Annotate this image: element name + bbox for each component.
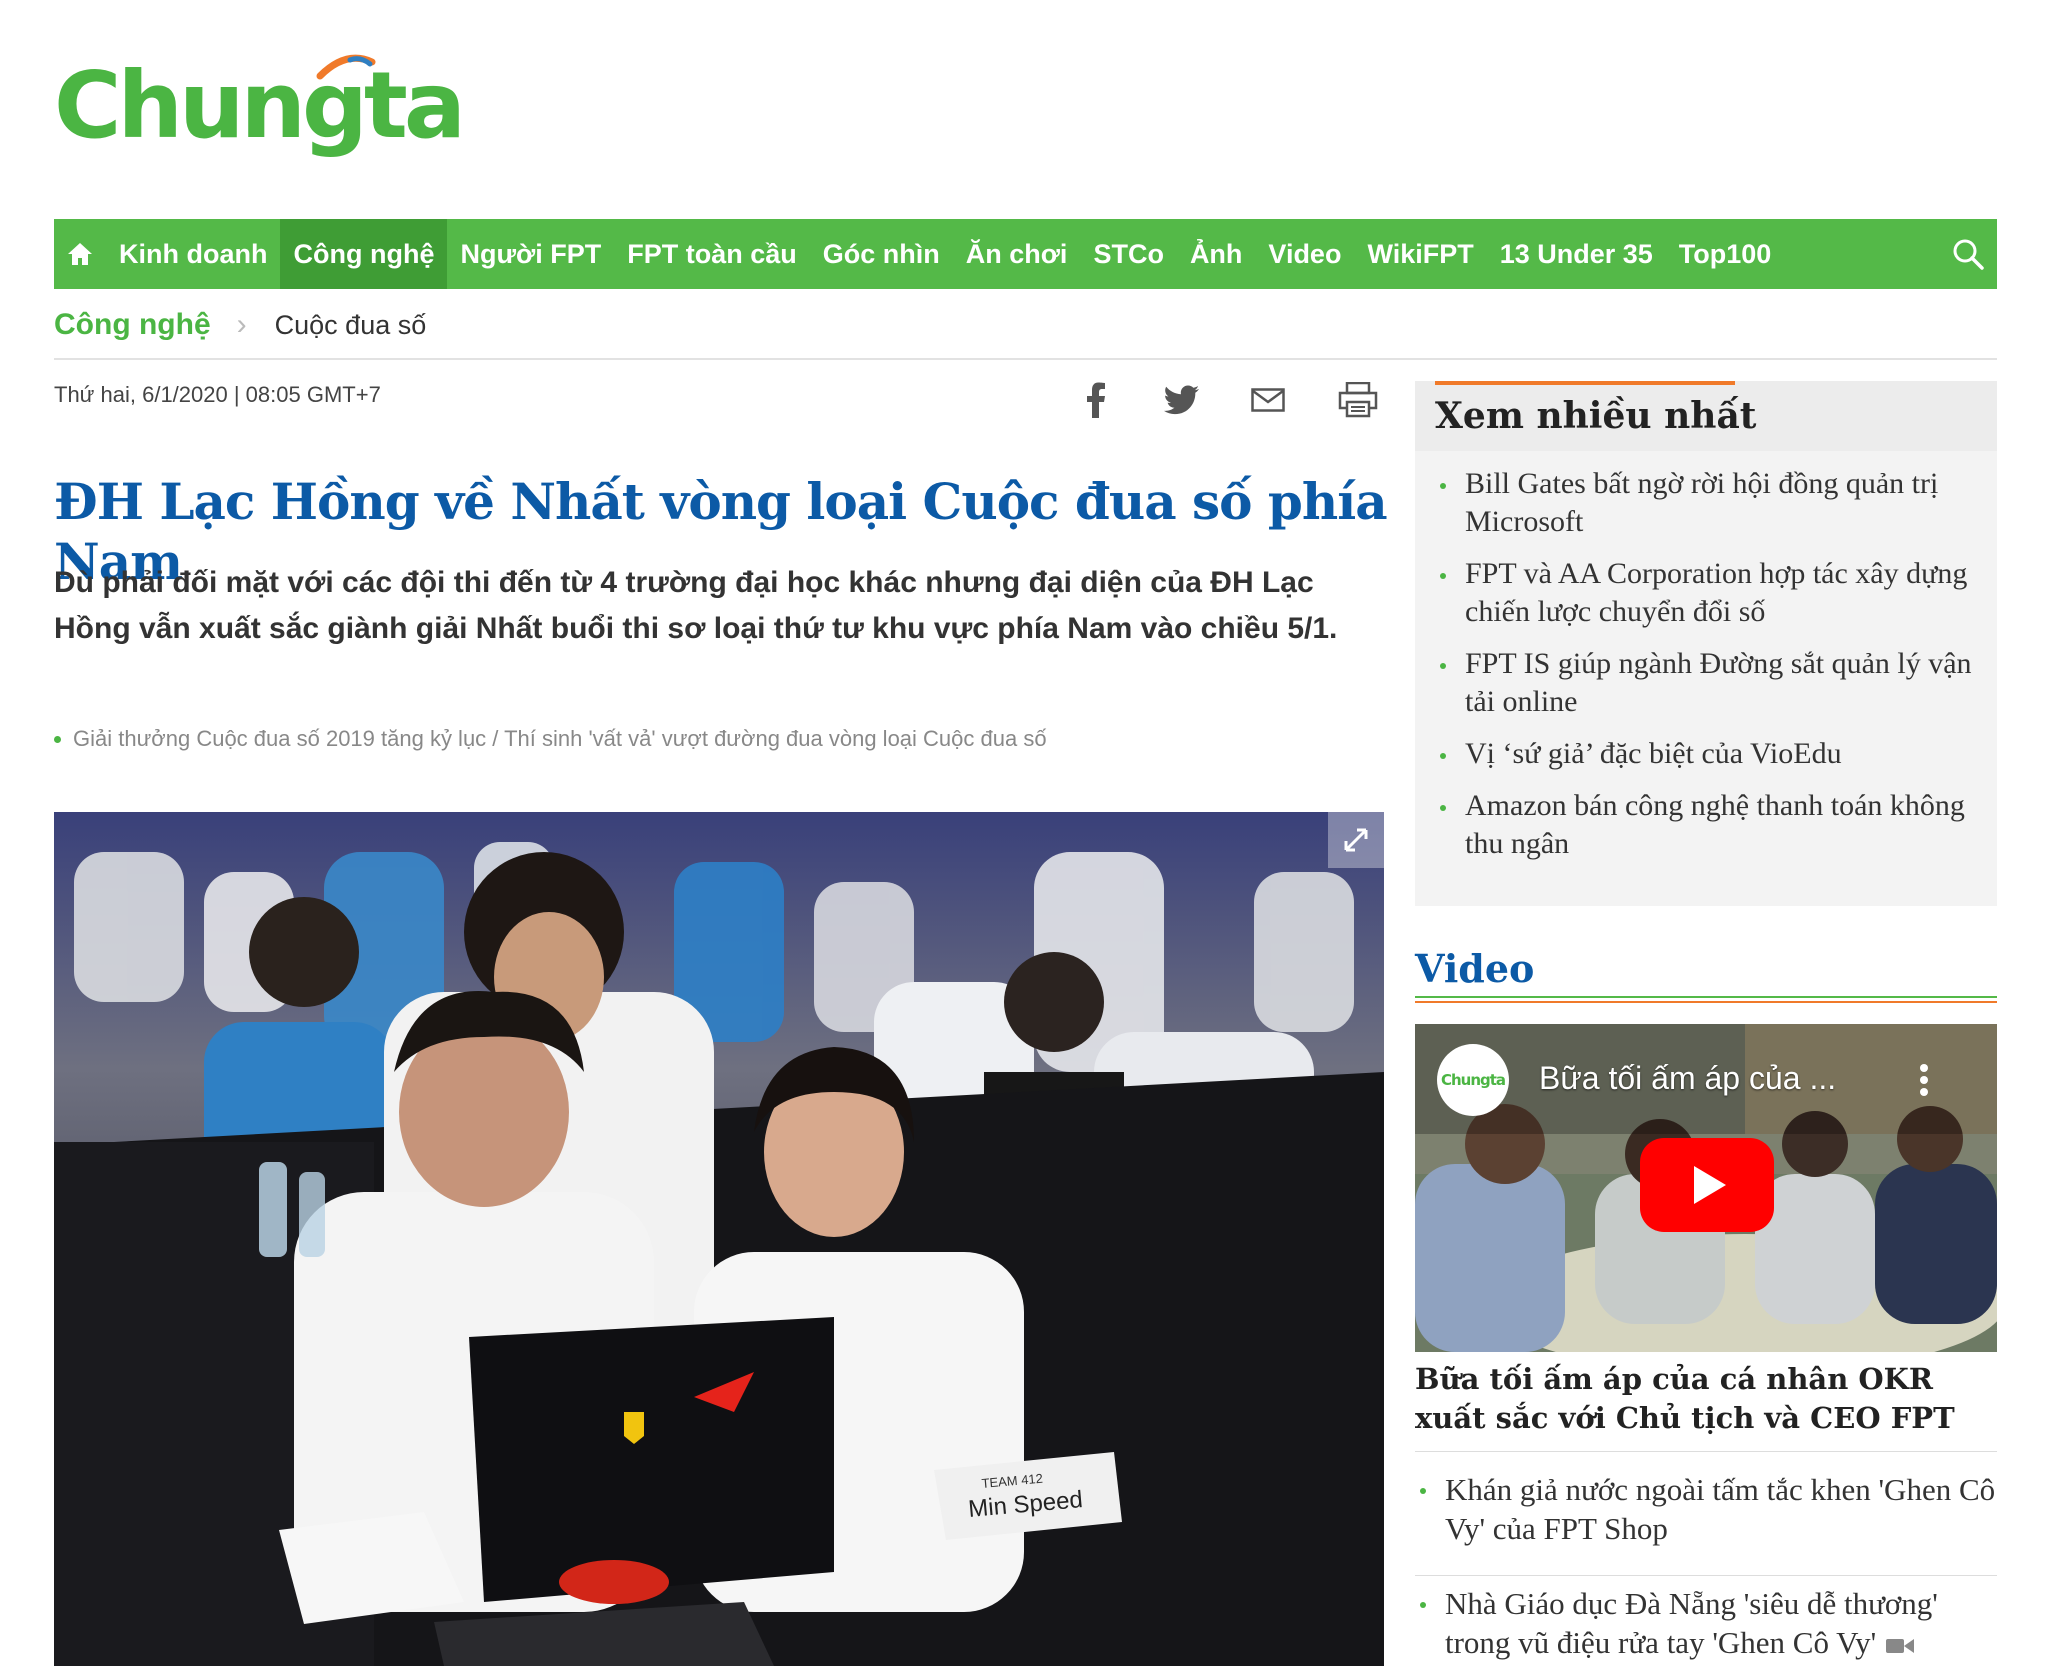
bullet-icon bbox=[1440, 805, 1446, 811]
main-nav: Kinh doanh Công nghệ Người FPT FPT toàn … bbox=[54, 219, 1997, 289]
video-player[interactable]: Chungta Bữa tối ấm áp của ... bbox=[1415, 1024, 1997, 1352]
nav-item-top100[interactable]: Top100 bbox=[1666, 219, 1785, 289]
nav-item-video[interactable]: Video bbox=[1255, 219, 1354, 289]
video-player-title[interactable]: Bữa tối ấm áp của ... bbox=[1539, 1060, 1836, 1097]
nav-item-nguoi-fpt[interactable]: Người FPT bbox=[447, 219, 614, 289]
more-options-icon[interactable] bbox=[1919, 1060, 1929, 1100]
list-item[interactable]: Vị ‘sứ giả’ đặc biệt của VioEdu bbox=[1435, 735, 1977, 773]
most-viewed-box: Xem nhiều nhất Bill Gates bất ngờ rời hộ… bbox=[1415, 381, 1997, 906]
competition-photo: TEAM 412 Min Speed bbox=[54, 812, 1384, 1666]
divider bbox=[1415, 1001, 1997, 1003]
most-viewed-header: Xem nhiều nhất bbox=[1415, 381, 1997, 451]
search-icon[interactable] bbox=[1951, 237, 1985, 271]
video-section-title[interactable]: Video bbox=[1415, 946, 1534, 991]
breadcrumb-category[interactable]: Công nghệ bbox=[54, 308, 211, 342]
nav-item-stco[interactable]: STCo bbox=[1080, 219, 1177, 289]
logo-text: Chungta bbox=[54, 52, 466, 159]
play-icon[interactable] bbox=[1640, 1138, 1774, 1232]
list-item[interactable]: Khán giả nước ngoài tấm tắc khen 'Ghen C… bbox=[1415, 1470, 1997, 1548]
bullet-icon bbox=[1420, 1602, 1426, 1608]
site-logo[interactable]: Chungta bbox=[54, 50, 466, 180]
article-photo[interactable]: TEAM 412 Min Speed bbox=[54, 812, 1384, 1666]
video-item-link[interactable]: Khán giả nước ngoài tấm tắc khen 'Ghen C… bbox=[1445, 1472, 1995, 1546]
nav-item-13-under-35[interactable]: 13 Under 35 bbox=[1487, 219, 1666, 289]
list-item-link[interactable]: FPT và AA Corporation hợp tác xây dựng c… bbox=[1465, 557, 1967, 628]
list-item-link[interactable]: FPT IS giúp ngành Đường sắt quản lý vận … bbox=[1465, 647, 1972, 718]
divider bbox=[1415, 996, 1997, 998]
bullet-icon bbox=[1440, 573, 1446, 579]
list-item[interactable]: FPT IS giúp ngành Đường sắt quản lý vận … bbox=[1435, 645, 1977, 721]
nav-item-wikifpt[interactable]: WikiFPT bbox=[1354, 219, 1486, 289]
nav-item-kinh-doanh[interactable]: Kinh doanh bbox=[106, 219, 280, 289]
divider bbox=[1415, 1451, 1997, 1452]
nav-item-cong-nghe[interactable]: Công nghệ bbox=[280, 219, 448, 289]
video-caption[interactable]: Bữa tối ấm áp của cá nhân OKR xuất sắc v… bbox=[1415, 1360, 1997, 1438]
video-item-link[interactable]: Nhà Giáo dục Đà Nẵng 'siêu dễ thương' tr… bbox=[1445, 1586, 1938, 1660]
list-item-link[interactable]: Amazon bán công nghệ thanh toán không th… bbox=[1465, 789, 1965, 860]
most-viewed-title: Xem nhiều nhất bbox=[1435, 395, 1757, 437]
accent-bar bbox=[1435, 381, 1735, 385]
bullet-icon bbox=[1420, 1488, 1426, 1494]
expand-icon[interactable] bbox=[1328, 812, 1384, 868]
bullet-icon bbox=[1440, 663, 1446, 669]
list-item[interactable]: Nhà Giáo dục Đà Nẵng 'siêu dễ thương' tr… bbox=[1415, 1584, 1997, 1662]
breadcrumb-subcategory[interactable]: Cuộc đua số bbox=[275, 310, 427, 341]
bullet-icon bbox=[54, 735, 61, 743]
bullet-icon bbox=[1440, 483, 1446, 489]
list-item-link[interactable]: Bill Gates bất ngờ rời hội đồng quản trị… bbox=[1465, 467, 1938, 538]
related-links[interactable]: Giải thưởng Cuộc đua số 2019 tăng kỷ lục… bbox=[54, 726, 1047, 752]
divider bbox=[1415, 1575, 1997, 1576]
article-date: Thứ hai, 6/1/2020 | 08:05 GMT+7 bbox=[54, 382, 381, 407]
nav-item-goc-nhin[interactable]: Góc nhìn bbox=[810, 219, 953, 289]
list-item[interactable]: FPT và AA Corporation hợp tác xây dựng c… bbox=[1435, 555, 1977, 631]
facebook-icon[interactable] bbox=[1076, 380, 1116, 420]
logo-swoosh-icon bbox=[316, 54, 376, 80]
twitter-icon[interactable] bbox=[1160, 380, 1204, 420]
mail-icon[interactable] bbox=[1248, 380, 1288, 420]
list-item-link[interactable]: Vị ‘sứ giả’ đặc biệt của VioEdu bbox=[1465, 737, 1842, 770]
video-camera-icon bbox=[1886, 1638, 1915, 1653]
home-icon[interactable] bbox=[54, 219, 106, 289]
nav-item-anh[interactable]: Ảnh bbox=[1177, 219, 1255, 289]
nav-item-fpt-toan-cau[interactable]: FPT toàn cầu bbox=[614, 219, 810, 289]
channel-name: Chungta bbox=[1440, 1071, 1506, 1089]
most-viewed-list: Bill Gates bất ngờ rời hội đồng quản trị… bbox=[1415, 465, 1997, 863]
related-links-text[interactable]: Giải thưởng Cuộc đua số 2019 tăng kỷ lục… bbox=[73, 726, 1047, 752]
list-item[interactable]: Bill Gates bất ngờ rời hội đồng quản trị… bbox=[1435, 465, 1977, 541]
chevron-right-icon: › bbox=[236, 308, 247, 341]
bullet-icon bbox=[1440, 753, 1446, 759]
list-item[interactable]: Amazon bán công nghệ thanh toán không th… bbox=[1435, 787, 1977, 863]
nav-item-an-choi[interactable]: Ăn chơi bbox=[953, 219, 1081, 289]
channel-avatar[interactable]: Chungta bbox=[1437, 1044, 1509, 1116]
print-icon[interactable] bbox=[1336, 380, 1380, 420]
article-lead: Dù phải đối mặt với các đội thi đến từ 4… bbox=[54, 566, 1338, 645]
breadcrumb: Công nghệ › Cuộc đua số bbox=[54, 302, 426, 348]
divider bbox=[54, 358, 1997, 360]
